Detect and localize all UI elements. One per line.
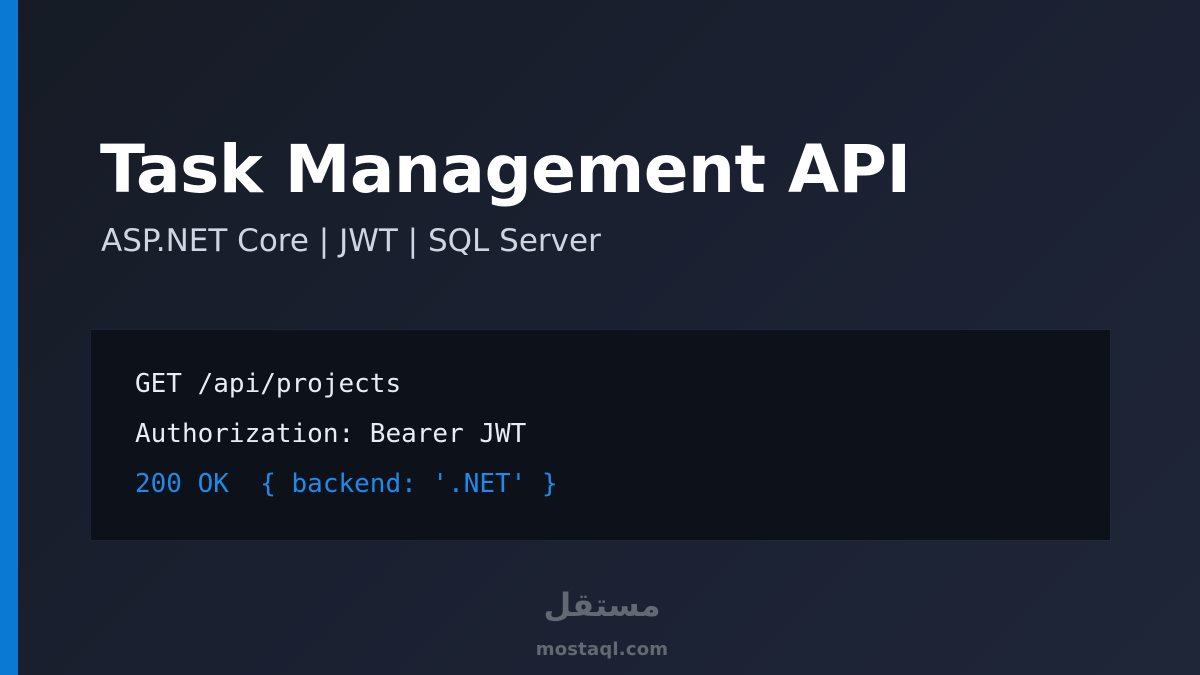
mostaql-logo-text: مستقل <box>543 586 661 624</box>
api-code-panel: GET /api/projects Authorization: Bearer … <box>91 330 1110 540</box>
technology-stack-subtitle: ASP.NET Core | JWT | SQL Server <box>101 223 601 259</box>
mostaql-domain: mostaql.com <box>535 639 669 660</box>
page-title: Task Management API <box>100 131 911 208</box>
mostaql-watermark: مستقل mostaql.com <box>528 589 676 667</box>
response-line: 200 OK { backend: '.NET' } <box>135 469 558 499</box>
authorization-header-line: Authorization: Bearer JWT <box>135 419 527 449</box>
left-accent-bar <box>0 0 18 675</box>
request-line: GET /api/projects <box>135 369 402 399</box>
